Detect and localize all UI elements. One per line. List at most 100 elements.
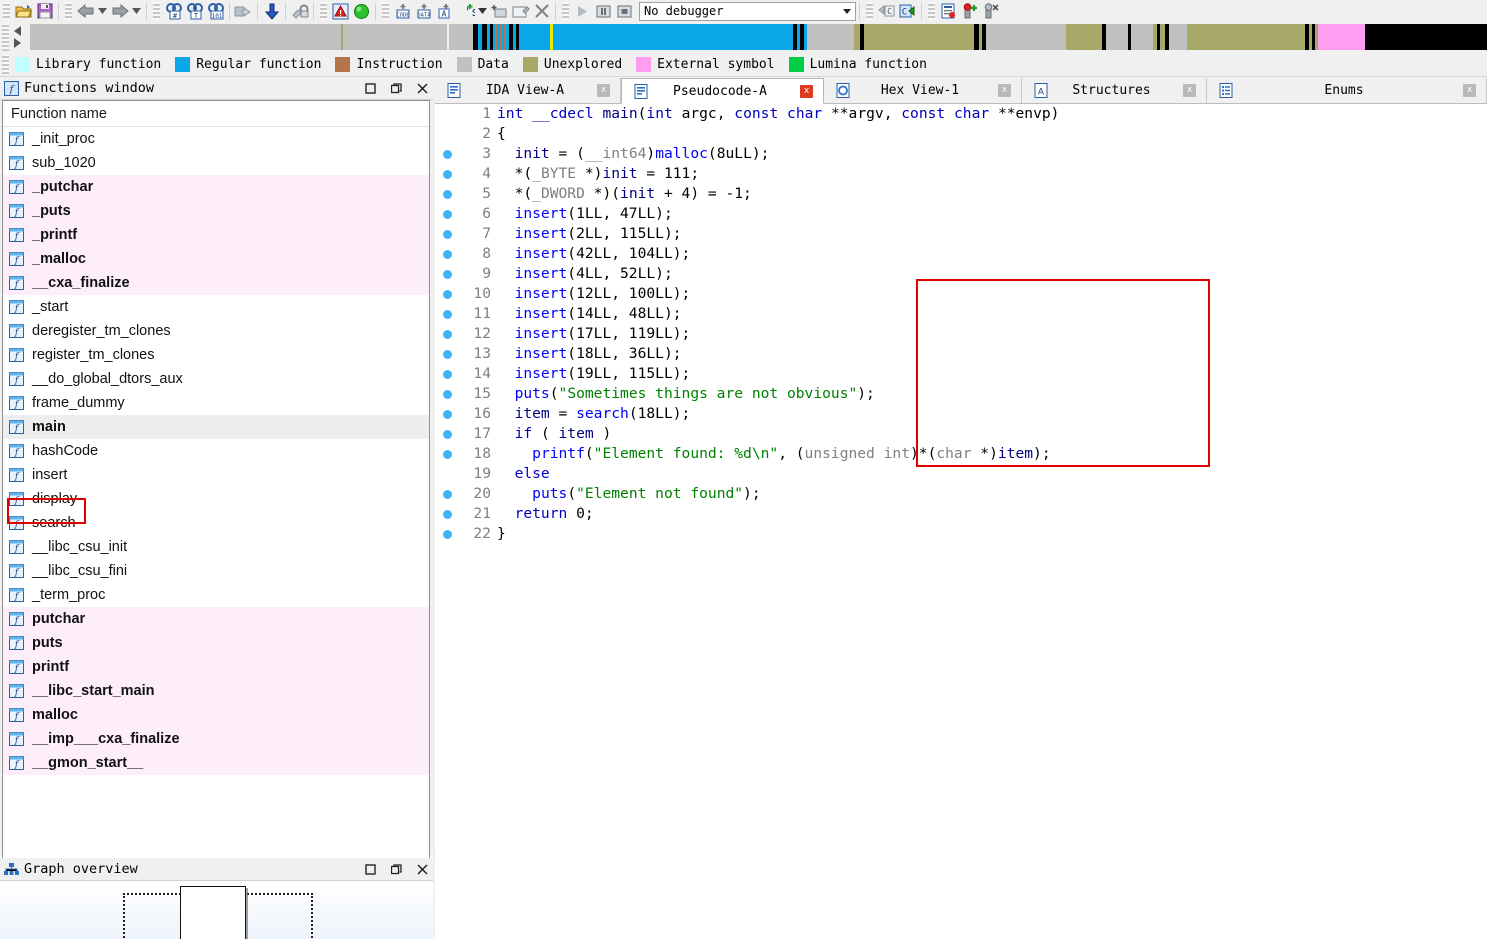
- code-line[interactable]: 20 puts("Element not found");: [435, 484, 1487, 504]
- breakpoint-dot-icon[interactable]: [443, 230, 452, 239]
- breakpoint-dot-icon[interactable]: [443, 390, 452, 399]
- function-list-row[interactable]: f _term_proc: [3, 583, 429, 607]
- breakpoint-dot-icon[interactable]: [443, 530, 452, 539]
- jump-icon[interactable]: [233, 1, 254, 21]
- tab-enums[interactable]: Enums x: [1207, 78, 1487, 103]
- forward-dropdown-icon[interactable]: [130, 1, 143, 21]
- code-line[interactable]: 2{: [435, 124, 1487, 144]
- run-icon[interactable]: [572, 1, 593, 21]
- function-list-row[interactable]: f _init_proc: [3, 127, 429, 151]
- down-arrow-icon[interactable]: [261, 1, 282, 21]
- tab-pseudocode-a[interactable]: Pseudocode-A x: [621, 78, 824, 104]
- code-line[interactable]: 15 puts("Sometimes things are not obviou…: [435, 384, 1487, 404]
- code-line[interactable]: 12 insert(17LL, 119LL);: [435, 324, 1487, 344]
- make-code-icon[interactable]: CODE: [392, 1, 413, 21]
- toolbar-grip-4[interactable]: [320, 2, 327, 20]
- functions-list[interactable]: Function name f _init_proc f sub_1020 f _putc…: [2, 100, 430, 862]
- search-text-icon[interactable]: T: [184, 1, 205, 21]
- back-arrow-icon[interactable]: [75, 1, 96, 21]
- navband-strip[interactable]: [30, 24, 1487, 50]
- legend-grip[interactable]: [2, 54, 9, 74]
- function-list-row[interactable]: f _malloc: [3, 247, 429, 271]
- code-line[interactable]: 16 item = search(18LL);: [435, 404, 1487, 424]
- function-list-row[interactable]: f _puts: [3, 199, 429, 223]
- code-line[interactable]: 11 insert(14LL, 48LL);: [435, 304, 1487, 324]
- breakpoint-dot-icon[interactable]: [443, 270, 452, 279]
- graph-overview-node[interactable]: [180, 886, 246, 939]
- restore-icon[interactable]: [389, 862, 403, 876]
- function-list-row[interactable]: f __imp___cxa_finalize: [3, 727, 429, 751]
- toolbar-grip-8[interactable]: [928, 2, 935, 20]
- navband-next-icon[interactable]: [14, 38, 21, 48]
- function-list-row[interactable]: f __libc_start_main: [3, 679, 429, 703]
- function-list-row[interactable]: f deregister_tm_clones: [3, 319, 429, 343]
- breakpoint-dot-icon[interactable]: [443, 370, 452, 379]
- function-list-row[interactable]: f __libc_csu_init: [3, 535, 429, 559]
- make-data-icon[interactable]: DATA: [413, 1, 434, 21]
- breakpoint-list-icon[interactable]: [938, 1, 959, 21]
- forward-arrow-icon[interactable]: [109, 1, 130, 21]
- code-line[interactable]: 8 insert(42LL, 104LL);: [435, 244, 1487, 264]
- unlock-icon[interactable]: [289, 1, 310, 21]
- breakpoint-dot-icon[interactable]: [443, 150, 452, 159]
- code-line[interactable]: 10 insert(12LL, 100LL);: [435, 284, 1487, 304]
- function-list-row[interactable]: f search: [3, 511, 429, 535]
- make-array-icon[interactable]: [489, 1, 510, 21]
- toolbar-grip-7[interactable]: [866, 2, 873, 20]
- tab-structures[interactable]: A Structures x: [1022, 78, 1207, 103]
- open-file-icon[interactable]: [13, 1, 34, 21]
- function-list-row[interactable]: f display: [3, 487, 429, 511]
- search-immediate-icon[interactable]: 101: [205, 1, 226, 21]
- breakpoint-dot-icon[interactable]: [443, 350, 452, 359]
- function-list-row[interactable]: f __gmon_start__: [3, 751, 429, 775]
- function-list-row[interactable]: f putchar: [3, 607, 429, 631]
- code-line[interactable]: 22}: [435, 524, 1487, 544]
- function-list-row[interactable]: f hashCode: [3, 439, 429, 463]
- tab-close-icon[interactable]: x: [998, 84, 1011, 97]
- code-line[interactable]: 17 if ( item ): [435, 424, 1487, 444]
- toolbar-grip[interactable]: [3, 2, 10, 20]
- tab-close-icon[interactable]: x: [597, 84, 610, 97]
- breakpoint-dot-icon[interactable]: [443, 330, 452, 339]
- function-list-row[interactable]: f __libc_csu_fini: [3, 559, 429, 583]
- delete-icon[interactable]: [531, 1, 552, 21]
- tab-close-icon[interactable]: x: [800, 84, 813, 98]
- restore-icon[interactable]: [389, 81, 403, 95]
- toolbar-grip-2[interactable]: [65, 2, 72, 20]
- function-list-row[interactable]: f __do_global_dtors_aux: [3, 367, 429, 391]
- breakpoint-dot-icon[interactable]: [443, 430, 452, 439]
- breakpoint-dot-icon[interactable]: [443, 190, 452, 199]
- function-list-row[interactable]: f insert: [3, 463, 429, 487]
- function-list-row[interactable]: f sub_1020: [3, 151, 429, 175]
- chevron-down-icon[interactable]: [843, 8, 851, 14]
- function-list-row[interactable]: f puts: [3, 631, 429, 655]
- toolbar-grip-3[interactable]: [153, 2, 160, 20]
- edit-function-icon[interactable]: [510, 1, 531, 21]
- function-list-row[interactable]: f _putchar: [3, 175, 429, 199]
- toolbar-grip-5[interactable]: [382, 2, 389, 20]
- tab-ida-view-a[interactable]: IDA View-A x: [435, 78, 621, 103]
- function-list-row[interactable]: f __cxa_finalize: [3, 271, 429, 295]
- step-c-icon[interactable]: C: [876, 1, 897, 21]
- save-icon[interactable]: [34, 1, 55, 21]
- close-icon[interactable]: [415, 81, 429, 95]
- breakpoint-dot-icon[interactable]: [443, 210, 452, 219]
- function-list-row[interactable]: f _start: [3, 295, 429, 319]
- code-line[interactable]: 13 insert(18LL, 36LL);: [435, 344, 1487, 364]
- navigation-band[interactable]: [0, 22, 1487, 52]
- step-into-icon[interactable]: C: [897, 1, 918, 21]
- code-line[interactable]: 4 *(_BYTE *)init = 111;: [435, 164, 1487, 184]
- code-line[interactable]: 9 insert(4LL, 52LL);: [435, 264, 1487, 284]
- pause-icon[interactable]: [593, 1, 614, 21]
- close-icon[interactable]: [415, 862, 429, 876]
- tab-close-icon[interactable]: x: [1463, 84, 1476, 97]
- search-hex-icon[interactable]: #: [163, 1, 184, 21]
- navband-arrows[interactable]: [12, 24, 28, 50]
- add-breakpoint-icon[interactable]: [959, 1, 980, 21]
- code-line[interactable]: 19 else: [435, 464, 1487, 484]
- breakpoint-dot-icon[interactable]: [443, 450, 452, 459]
- breakpoint-dot-icon[interactable]: [443, 310, 452, 319]
- toolbar-grip-6[interactable]: [562, 2, 569, 20]
- code-line[interactable]: 6 insert(1LL, 47LL);: [435, 204, 1487, 224]
- function-list-row[interactable]: f printf: [3, 655, 429, 679]
